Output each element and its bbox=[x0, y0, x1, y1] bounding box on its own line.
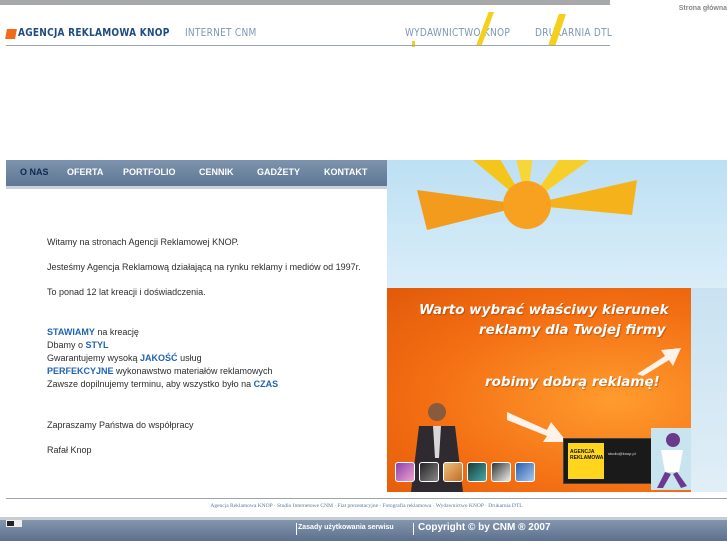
value-line-2: Dbamy o STYL bbox=[47, 339, 377, 352]
menu-item-cennik[interactable]: CENNIK bbox=[199, 160, 234, 186]
brand-link-wydawnictwo[interactable]: WYDAWNICTWO KNOP bbox=[405, 26, 510, 39]
menu-item-kontakt[interactable]: KONTAKT bbox=[324, 160, 367, 186]
terms-link[interactable]: Zasady użytkowania serwisu bbox=[298, 524, 394, 531]
menu-shadow bbox=[6, 186, 387, 189]
main-menu: O NAS OFERTA PORTFOLIO CENNIK GADŻETY KO… bbox=[6, 160, 387, 189]
bottom-bar-shade bbox=[0, 517, 727, 520]
value-text: usług bbox=[177, 353, 202, 363]
arrow-down-icon bbox=[507, 412, 567, 442]
welcome-text: Witamy na stronach Agencji Reklamowej KN… bbox=[47, 237, 239, 247]
experience-text: To ponad 12 lat kreacji i doświadczenia. bbox=[47, 287, 206, 297]
footer-links[interactable]: Agencja Reklamowa KNOP · Studio Internet… bbox=[6, 503, 727, 509]
separator bbox=[296, 523, 297, 535]
yellow-accent-icon bbox=[412, 41, 415, 47]
promo-banner: Warto wybrać właściwy kierunek reklamy d… bbox=[387, 160, 727, 492]
thumb-gadget-icon[interactable] bbox=[491, 462, 511, 482]
banner-headline-2: reklamy dla Twojej firmy bbox=[479, 322, 666, 338]
thumb-horse-icon[interactable] bbox=[419, 462, 439, 482]
menu-item-oferta[interactable]: OFERTA bbox=[67, 160, 103, 186]
value-highlight: STYL bbox=[85, 340, 109, 350]
value-highlight: JAKOŚĆ bbox=[140, 353, 178, 363]
brand-divider bbox=[6, 45, 610, 46]
arrow-up-icon bbox=[637, 348, 681, 376]
value-text: Zawsze dopilnujemy terminu, aby wszystko… bbox=[47, 379, 254, 389]
logo-label: AGENCJA REKLAMOWA bbox=[570, 449, 604, 461]
menu-item-gadzety[interactable]: GADŻETY bbox=[257, 160, 300, 186]
copyright-text: Copyright © by CNM ® 2007 bbox=[418, 522, 551, 533]
about-content: Witamy na stronach Agencji Reklamowej KN… bbox=[47, 236, 377, 469]
banner-side-panel bbox=[691, 288, 727, 492]
running-figure-icon bbox=[651, 428, 691, 490]
banner-headline-1: Warto wybrać właściwy kierunek bbox=[419, 302, 669, 318]
value-text: Gwarantujemy wysoką bbox=[47, 353, 141, 363]
brand-nav: AGENCJA REKLAMOWA KNOP INTERNET CNM WYDA… bbox=[0, 22, 612, 46]
brand-link-internet[interactable]: INTERNET CNM bbox=[185, 26, 256, 39]
menu-item-portfolio[interactable]: PORTFOLIO bbox=[123, 160, 176, 186]
w3c-badge-icon[interactable] bbox=[6, 520, 22, 527]
value-text: na kreację bbox=[94, 327, 139, 337]
value-text: wykonawstwo materiałów reklamowych bbox=[113, 366, 273, 376]
agency-logo-card: AGENCJA REKLAMOWA studio@knop.pl bbox=[563, 438, 653, 484]
value-highlight: CZAS bbox=[253, 379, 279, 389]
value-line-5: Zawsze dopilnujemy terminu, aby wszystko… bbox=[47, 378, 377, 391]
value-line-1: STAWIAMY na kreację bbox=[47, 326, 377, 339]
thumb-design-icon[interactable] bbox=[395, 462, 415, 482]
menu-item-o-nas[interactable]: O NAS bbox=[20, 160, 49, 186]
signature: Rafał Knop bbox=[47, 445, 92, 455]
value-text: Dbamy o bbox=[47, 340, 86, 350]
invitation-text: Zapraszamy Państwa do współpracy bbox=[47, 420, 194, 430]
thumb-print-icon[interactable] bbox=[443, 462, 463, 482]
value-line-3: Gwarantujemy wysoką JAKOŚĆ usług bbox=[47, 352, 377, 365]
agency-logo-icon bbox=[5, 29, 17, 39]
thumb-people-icon[interactable] bbox=[467, 462, 487, 482]
banner-slogan: robimy dobrą reklamę! bbox=[485, 374, 660, 390]
thumb-web-icon[interactable] bbox=[515, 462, 535, 482]
footer-divider bbox=[6, 498, 727, 499]
value-highlight: STAWIAMY bbox=[47, 327, 95, 337]
brand-link-agencja[interactable]: AGENCJA REKLAMOWA KNOP bbox=[18, 26, 170, 39]
home-link[interactable]: Strona główna bbox=[679, 5, 727, 12]
brand-link-drukarnia[interactable]: DRUKARNIA DTL bbox=[535, 26, 612, 39]
logo-contact: studio@knop.pl bbox=[608, 451, 636, 456]
sun-rays-icon bbox=[417, 160, 637, 230]
separator bbox=[413, 523, 414, 535]
value-line-4: PERFEKCYJNE wykonawstwo materiałów rekla… bbox=[47, 365, 377, 378]
about-text: Jesteśmy Agencja Reklamową działającą na… bbox=[47, 262, 361, 272]
top-bar bbox=[0, 0, 610, 5]
bottom-bar: Zasady użytkowania serwisu Copyright © b… bbox=[0, 517, 727, 541]
value-highlight: PERFEKCYJNE bbox=[47, 366, 114, 376]
